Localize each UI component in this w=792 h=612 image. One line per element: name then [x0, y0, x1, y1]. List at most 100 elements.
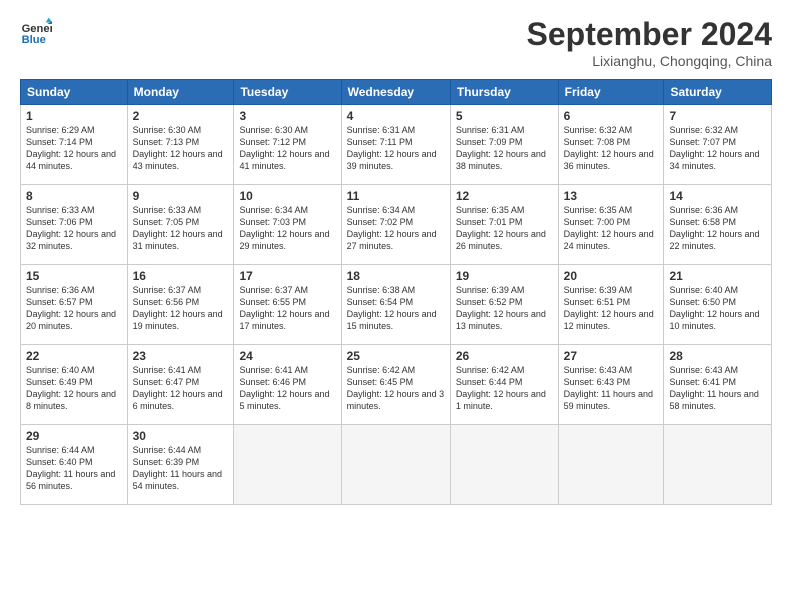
title-block: September 2024 Lixianghu, Chongqing, Chi… — [527, 16, 772, 69]
day-info: Sunrise: 6:30 AMSunset: 7:12 PMDaylight:… — [239, 125, 329, 171]
day-number: 24 — [239, 349, 335, 363]
day-number: 18 — [347, 269, 445, 283]
day-number: 21 — [669, 269, 766, 283]
day-number: 3 — [239, 109, 335, 123]
calendar-cell: 4 Sunrise: 6:31 AMSunset: 7:11 PMDaylight… — [341, 105, 450, 185]
day-number: 5 — [456, 109, 553, 123]
day-number: 28 — [669, 349, 766, 363]
day-info: Sunrise: 6:35 AMSunset: 7:00 PMDaylight:… — [564, 205, 654, 251]
calendar-cell: 13 Sunrise: 6:35 AMSunset: 7:00 PMDayligh… — [558, 185, 664, 265]
month-title: September 2024 — [527, 16, 772, 53]
calendar-cell: 19 Sunrise: 6:39 AMSunset: 6:52 PMDayligh… — [450, 265, 558, 345]
calendar-cell: 12Sunrise: 6:35 AMSunset: 7:01 PMDayligh… — [450, 185, 558, 265]
calendar-cell: 27 Sunrise: 6:43 AMSunset: 6:43 PMDayligh… — [558, 345, 664, 425]
calendar-cell: 16 Sunrise: 6:37 AMSunset: 6:56 PMDayligh… — [127, 265, 234, 345]
day-info: Sunrise: 6:37 AMSunset: 6:56 PMDaylight:… — [133, 285, 223, 331]
day-info: Sunrise: 6:31 AMSunset: 7:09 PMDaylight:… — [456, 125, 546, 171]
day-number: 10 — [239, 189, 335, 203]
day-info: Sunrise: 6:39 AMSunset: 6:52 PMDaylight:… — [456, 285, 546, 331]
day-number: 7 — [669, 109, 766, 123]
calendar-cell — [234, 425, 341, 505]
day-number: 14 — [669, 189, 766, 203]
calendar-cell: 24Sunrise: 6:41 AMSunset: 6:46 PMDayligh… — [234, 345, 341, 425]
calendar: SundayMondayTuesdayWednesdayThursdayFrid… — [20, 79, 772, 505]
day-info: Sunrise: 6:33 AMSunset: 7:06 PMDaylight:… — [26, 205, 116, 251]
day-info: Sunrise: 6:43 AMSunset: 6:43 PMDaylight:… — [564, 365, 653, 411]
day-number: 2 — [133, 109, 229, 123]
day-number: 8 — [26, 189, 122, 203]
day-number: 15 — [26, 269, 122, 283]
day-number: 26 — [456, 349, 553, 363]
calendar-cell: 23 Sunrise: 6:41 AMSunset: 6:47 PMDayligh… — [127, 345, 234, 425]
day-info: Sunrise: 6:31 AMSunset: 7:11 PMDaylight:… — [347, 125, 437, 171]
day-info: Sunrise: 6:43 AMSunset: 6:41 PMDaylight:… — [669, 365, 758, 411]
svg-text:Blue: Blue — [22, 34, 46, 46]
calendar-cell: 29Sunrise: 6:44 AMSunset: 6:40 PMDayligh… — [21, 425, 128, 505]
day-info: Sunrise: 6:40 AMSunset: 6:50 PMDaylight:… — [669, 285, 759, 331]
day-info: Sunrise: 6:36 AMSunset: 6:57 PMDaylight:… — [26, 285, 116, 331]
day-number: 23 — [133, 349, 229, 363]
weekday-header-saturday: Saturday — [664, 80, 772, 105]
day-number: 20 — [564, 269, 659, 283]
day-number: 16 — [133, 269, 229, 283]
day-number: 22 — [26, 349, 122, 363]
calendar-cell — [664, 425, 772, 505]
calendar-cell: 17 Sunrise: 6:37 AMSunset: 6:55 PMDayligh… — [234, 265, 341, 345]
weekday-header-friday: Friday — [558, 80, 664, 105]
calendar-cell: 3 Sunrise: 6:30 AMSunset: 7:12 PMDaylight… — [234, 105, 341, 185]
day-info: Sunrise: 6:44 AMSunset: 6:40 PMDaylight:… — [26, 445, 115, 491]
calendar-cell: 30 Sunrise: 6:44 AMSunset: 6:39 PMDayligh… — [127, 425, 234, 505]
day-number: 4 — [347, 109, 445, 123]
day-info: Sunrise: 6:34 AMSunset: 7:03 PMDaylight:… — [239, 205, 329, 251]
day-number: 9 — [133, 189, 229, 203]
calendar-cell — [450, 425, 558, 505]
logo-icon: General Blue — [20, 16, 52, 48]
day-number: 6 — [564, 109, 659, 123]
calendar-cell: 22 Sunrise: 6:40 AMSunset: 6:49 PMDayligh… — [21, 345, 128, 425]
calendar-cell — [558, 425, 664, 505]
calendar-cell: 11 Sunrise: 6:34 AMSunset: 7:02 PMDayligh… — [341, 185, 450, 265]
day-number: 19 — [456, 269, 553, 283]
day-number: 1 — [26, 109, 122, 123]
day-number: 17 — [239, 269, 335, 283]
calendar-cell: 15 Sunrise: 6:36 AMSunset: 6:57 PMDayligh… — [21, 265, 128, 345]
day-info: Sunrise: 6:38 AMSunset: 6:54 PMDaylight:… — [347, 285, 437, 331]
day-number: 27 — [564, 349, 659, 363]
day-info: Sunrise: 6:30 AMSunset: 7:13 PMDaylight:… — [133, 125, 223, 171]
calendar-cell: 7Sunrise: 6:32 AMSunset: 7:07 PMDaylight… — [664, 105, 772, 185]
day-info: Sunrise: 6:34 AMSunset: 7:02 PMDaylight:… — [347, 205, 437, 251]
day-info: Sunrise: 6:32 AMSunset: 7:08 PMDaylight:… — [564, 125, 654, 171]
calendar-cell: 14 Sunrise: 6:36 AMSunset: 6:58 PMDayligh… — [664, 185, 772, 265]
day-info: Sunrise: 6:36 AMSunset: 6:58 PMDaylight:… — [669, 205, 759, 251]
calendar-cell: 20 Sunrise: 6:39 AMSunset: 6:51 PMDayligh… — [558, 265, 664, 345]
calendar-cell: 25 Sunrise: 6:42 AMSunset: 6:45 PMDayligh… — [341, 345, 450, 425]
day-number: 25 — [347, 349, 445, 363]
logo: General Blue — [20, 16, 52, 48]
svg-text:General: General — [22, 23, 52, 35]
day-info: Sunrise: 6:35 AMSunset: 7:01 PMDaylight:… — [456, 205, 546, 251]
day-info: Sunrise: 6:40 AMSunset: 6:49 PMDaylight:… — [26, 365, 116, 411]
calendar-cell: 6 Sunrise: 6:32 AMSunset: 7:08 PMDaylight… — [558, 105, 664, 185]
day-info: Sunrise: 6:44 AMSunset: 6:39 PMDaylight:… — [133, 445, 222, 491]
weekday-header-monday: Monday — [127, 80, 234, 105]
calendar-cell: 8 Sunrise: 6:33 AMSunset: 7:06 PMDaylight… — [21, 185, 128, 265]
day-info: Sunrise: 6:37 AMSunset: 6:55 PMDaylight:… — [239, 285, 329, 331]
calendar-cell: 2 Sunrise: 6:30 AMSunset: 7:13 PMDaylight… — [127, 105, 234, 185]
location: Lixianghu, Chongqing, China — [527, 53, 772, 69]
calendar-cell: 10 Sunrise: 6:34 AMSunset: 7:03 PMDayligh… — [234, 185, 341, 265]
calendar-cell: 26 Sunrise: 6:42 AMSunset: 6:44 PMDayligh… — [450, 345, 558, 425]
calendar-cell: 9 Sunrise: 6:33 AMSunset: 7:05 PMDaylight… — [127, 185, 234, 265]
day-info: Sunrise: 6:42 AMSunset: 6:44 PMDaylight:… — [456, 365, 546, 411]
day-info: Sunrise: 6:39 AMSunset: 6:51 PMDaylight:… — [564, 285, 654, 331]
day-number: 30 — [133, 429, 229, 443]
weekday-header-tuesday: Tuesday — [234, 80, 341, 105]
day-number: 13 — [564, 189, 659, 203]
day-info: Sunrise: 6:42 AMSunset: 6:45 PMDaylight:… — [347, 365, 445, 411]
calendar-cell: 21 Sunrise: 6:40 AMSunset: 6:50 PMDayligh… — [664, 265, 772, 345]
day-info: Sunrise: 6:33 AMSunset: 7:05 PMDaylight:… — [133, 205, 223, 251]
day-number: 11 — [347, 189, 445, 203]
weekday-header-sunday: Sunday — [21, 80, 128, 105]
calendar-cell: 5 Sunrise: 6:31 AMSunset: 7:09 PMDaylight… — [450, 105, 558, 185]
weekday-header-wednesday: Wednesday — [341, 80, 450, 105]
day-info: Sunrise: 6:41 AMSunset: 6:47 PMDaylight:… — [133, 365, 223, 411]
